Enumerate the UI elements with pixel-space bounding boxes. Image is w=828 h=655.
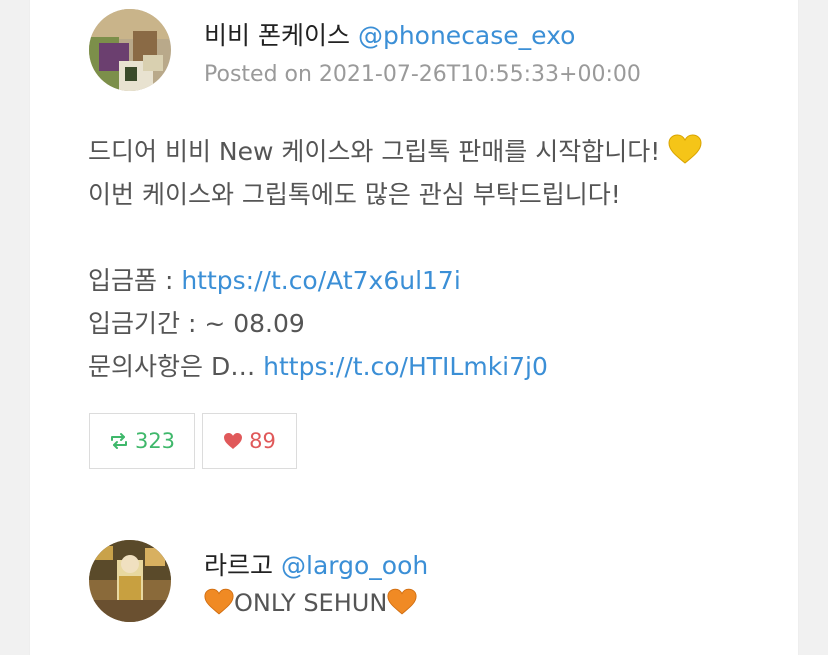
feed-card: 비비 폰케이스 @phonecase_exo Posted on 2021-07-… <box>30 0 798 655</box>
inquiry-link[interactable]: https://t.co/HTILmki7j0 <box>263 352 548 381</box>
like-count-button[interactable]: 89 <box>202 413 297 469</box>
post1-timestamp: Posted on 2021-07-26T10:55:33+00:00 <box>204 62 641 87</box>
avatar-phonecase-exo[interactable] <box>89 9 171 91</box>
post1-body: 드디어 비비 New 케이스와 그립톡 판매를 시작합니다! 이번 케이스와 그… <box>88 130 778 388</box>
post2-display-name: 라르고 <box>204 551 274 580</box>
post1-author: 비비 폰케이스 @phonecase_exo <box>204 16 575 52</box>
tweet-line: 문의사항은 D… https://t.co/HTILmki7j0 <box>88 345 778 388</box>
post1-handle-link[interactable]: @phonecase_exo <box>358 21 575 50</box>
tweet-line: 드디어 비비 New 케이스와 그립톡 판매를 시작합니다! <box>88 130 778 173</box>
tweet-line: 입금기간 : ~ 08.09 <box>88 309 305 338</box>
post2-handle-link[interactable]: @largo_ooh <box>281 551 428 580</box>
tweet-line: 입금폼 : https://t.co/At7x6ul17i <box>88 259 778 302</box>
retweet-count-button[interactable]: 323 <box>89 413 195 469</box>
yellow-heart-icon <box>668 134 702 177</box>
avatar-largo-ooh[interactable] <box>89 540 171 622</box>
tweet-text: 문의사항은 D… <box>88 352 264 381</box>
post2-bio: ONLY SEHUN <box>204 588 417 621</box>
post1-display-name: 비비 폰케이스 <box>204 21 350 50</box>
like-count: 89 <box>249 429 276 453</box>
tweet-line: 이번 케이스와 그립톡에도 많은 관심 부탁드립니다! <box>88 180 621 209</box>
orange-heart-icon <box>387 588 417 621</box>
retweet-icon <box>109 432 129 450</box>
post2-author: 라르고 @largo_ooh <box>204 546 428 582</box>
tweet-text: 입금폼 : <box>88 266 182 295</box>
orange-heart-icon <box>204 588 234 621</box>
tweet-text: 드디어 비비 New 케이스와 그립톡 판매를 시작합니다! <box>88 137 661 166</box>
form-link[interactable]: https://t.co/At7x6ul17i <box>181 266 460 295</box>
heart-icon <box>223 432 243 450</box>
retweet-count: 323 <box>134 429 176 453</box>
bio-text: ONLY SEHUN <box>234 589 388 617</box>
